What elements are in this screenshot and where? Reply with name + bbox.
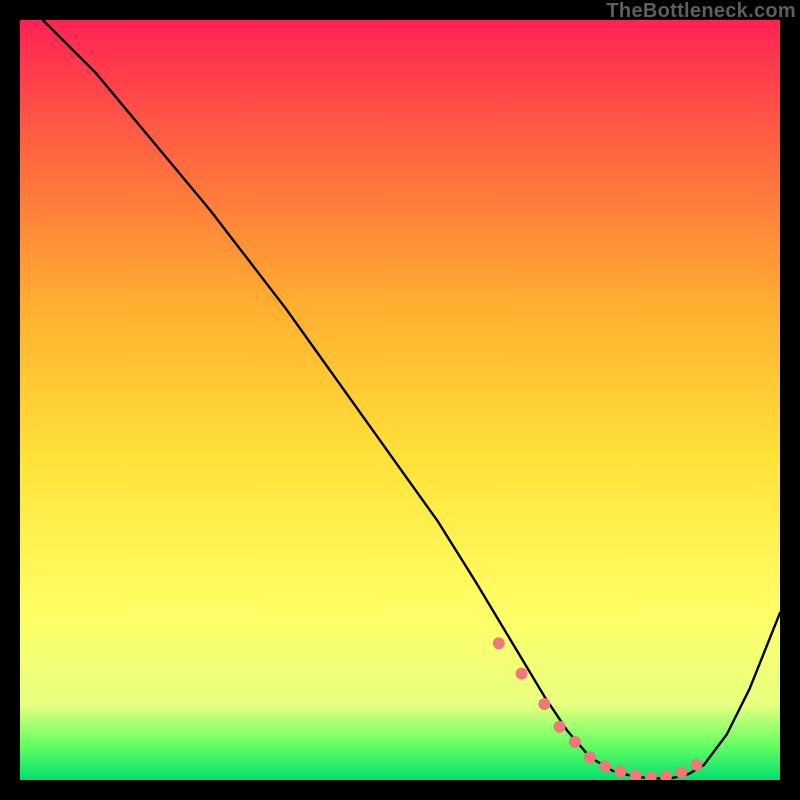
highlight-marker — [569, 736, 581, 748]
chart-frame: { "attribution": "TheBottleneck.com", "c… — [0, 0, 800, 800]
highlight-marker — [554, 721, 566, 733]
highlight-marker — [690, 759, 702, 771]
bottleneck-chart — [20, 20, 780, 780]
highlight-marker — [538, 698, 550, 710]
highlight-marker — [599, 760, 611, 772]
highlight-marker — [516, 668, 528, 680]
highlight-marker — [675, 766, 687, 778]
highlight-marker — [493, 637, 505, 649]
highlight-marker — [584, 751, 596, 763]
highlight-marker — [614, 766, 626, 778]
